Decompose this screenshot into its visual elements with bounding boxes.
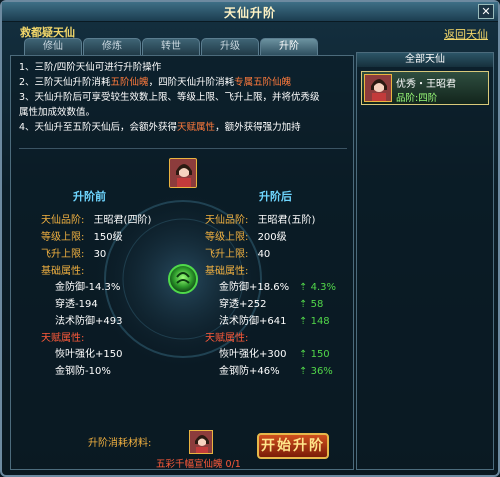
- up-arrow-icon: ⇡: [299, 282, 308, 293]
- rule-2: 2、三阶天仙升阶消耗五阶仙魄，四阶天仙升阶消耗专属五阶仙魄: [19, 75, 355, 90]
- tab-shengji[interactable]: 升级: [201, 38, 259, 55]
- hero-list-panel: 全部天仙 优秀・王昭君 品阶:四阶: [356, 52, 494, 470]
- after-base-3-delta: ⇡ 148: [299, 315, 330, 328]
- hero-list-header: 全部天仙: [357, 53, 493, 67]
- before-base-2: 穿透-194: [55, 299, 98, 310]
- title-bar[interactable]: 天仙升阶 ✕: [2, 2, 498, 22]
- hero-grade: 品阶:四阶: [396, 93, 438, 104]
- after-base-2: 穿透+252: [219, 299, 267, 310]
- hero-portrait-icon: [169, 158, 197, 188]
- after-talent-1: 恢叶强化+300: [219, 349, 287, 360]
- rule-2-text: 2、三阶天仙升阶消耗: [19, 77, 111, 88]
- rule-2-highlight: 五阶仙魄: [110, 77, 149, 88]
- after-talent-1-delta: ⇡ 150: [299, 348, 330, 361]
- tab-shengjie[interactable]: 升阶: [260, 38, 318, 55]
- after-talent-1-delta-value: 150: [310, 349, 330, 360]
- after-base-2-delta-value: 58: [310, 299, 324, 310]
- after-talent-2: 金钢防+46%: [219, 366, 280, 377]
- after-base-1-delta: ⇡ 4.3%: [299, 281, 336, 294]
- hero-name: 优秀・王昭君: [396, 79, 456, 90]
- after-base-3: 法术防御+641: [219, 316, 287, 327]
- after-level-value: 200级: [257, 232, 287, 243]
- close-button[interactable]: ✕: [478, 4, 494, 19]
- up-arrow-icon: ⇡: [299, 299, 308, 310]
- after-ascend-label: 飞升上限:: [205, 249, 249, 260]
- after-grade-label: 天仙品阶:: [205, 215, 249, 226]
- material-item-icon[interactable]: [189, 430, 213, 454]
- start-upgrade-button[interactable]: 开始升阶: [257, 433, 329, 459]
- before-grade-value: 王昭君(四阶): [93, 215, 152, 226]
- main-panel: 1、三阶/四阶天仙可进行升阶操作 2、三阶天仙升阶消耗五阶仙魄，四阶天仙升阶消耗…: [10, 55, 354, 470]
- after-talent-2-delta-value: 36%: [310, 366, 333, 377]
- after-base-3-delta-value: 148: [310, 316, 330, 327]
- after-row-grade: 天仙品阶: 王昭君(五阶): [205, 214, 315, 227]
- rule-2-highlight-b: 专属五阶仙魄: [234, 77, 292, 88]
- before-ascend-value: 30: [93, 249, 107, 260]
- return-link[interactable]: 返回天仙: [444, 26, 488, 42]
- after-grade-value: 王昭君(五阶): [257, 215, 316, 226]
- rule-3: 3、天仙升阶后可享受较生效数上限、等级上限、飞升上限，并将优秀级: [19, 90, 355, 105]
- after-row-level: 等级上限: 200级: [205, 231, 287, 244]
- up-arrow-icon: ⇡: [299, 366, 308, 377]
- rule-1: 1、三阶/四阶天仙可进行升阶操作: [19, 60, 355, 75]
- after-ascend-value: 40: [257, 249, 271, 260]
- rule-4: 4、天仙升至五阶天仙后，会额外获得天赋属性，额外获得强力加持: [19, 120, 355, 135]
- rule-3-cont-text: 属性加成效数值。: [19, 107, 96, 118]
- rule-2-text-b: ，四阶天仙升阶消耗: [148, 77, 235, 88]
- before-level-label: 等级上限:: [41, 232, 85, 243]
- before-grade-label: 天仙品阶:: [41, 215, 85, 226]
- before-row-grade: 天仙品阶: 王昭君(四阶): [41, 214, 151, 227]
- before-row-level: 等级上限: 150级: [41, 231, 123, 244]
- before-level-value: 150级: [93, 232, 123, 243]
- before-ascend-label: 飞升上限:: [41, 249, 85, 260]
- after-base-title: 基础属性:: [205, 266, 249, 277]
- before-base-title: 基础属性:: [41, 266, 85, 277]
- rules-list: 1、三阶/四阶天仙可进行升阶操作 2、三阶天仙升阶消耗五阶仙魄，四阶天仙升阶消耗…: [19, 60, 355, 135]
- rule-1-text: 1、三阶/四阶天仙可进行升阶操作: [19, 62, 162, 73]
- before-talent-title: 天赋属性:: [41, 333, 85, 344]
- after-base-1: 金防御+18.6%: [219, 282, 290, 293]
- material-name: 五彩千幅宣仙魄 0/1: [156, 459, 241, 470]
- material-label: 升阶消耗材料:: [88, 438, 152, 449]
- after-base-1-delta-value: 4.3%: [310, 282, 336, 293]
- rule-4-text-b: ，额外获得强力加持: [215, 122, 301, 133]
- tab-xiuxian[interactable]: 修仙: [24, 38, 82, 55]
- rule-4-highlight: 天赋属性: [177, 122, 216, 133]
- before-base-3: 法术防御+493: [55, 316, 123, 327]
- up-arrow-icon: ⇡: [299, 349, 308, 360]
- before-talent-1: 恢叶强化+150: [55, 349, 123, 360]
- before-header: 升阶前: [73, 190, 106, 203]
- tab-xiulian[interactable]: 修炼: [83, 38, 141, 55]
- rule-4-text: 4、天仙升至五阶天仙后，会额外获得: [19, 122, 178, 133]
- after-row-ascend: 飞升上限: 40: [205, 248, 270, 261]
- after-base-2-delta: ⇡ 58: [299, 298, 323, 311]
- rule-3-text: 3、天仙升阶后可享受较生效数上限、等级上限、飞升上限，并将优秀级: [19, 92, 320, 103]
- after-talent-title: 天赋属性:: [205, 333, 249, 344]
- after-header: 升阶后: [259, 190, 292, 203]
- rule-3-cont: 属性加成效数值。: [19, 105, 355, 120]
- window-title: 天仙升阶: [223, 6, 276, 20]
- after-talent-2-delta: ⇡ 36%: [299, 365, 333, 378]
- before-base-1: 金防御-14.3%: [55, 282, 121, 293]
- tab-zhuanshi[interactable]: 转世: [142, 38, 200, 55]
- after-level-label: 等级上限:: [205, 232, 249, 243]
- before-talent-2: 金钢防-10%: [55, 366, 111, 377]
- before-row-ascend: 飞升上限: 30: [41, 248, 106, 261]
- hero-avatar-icon: [364, 74, 392, 102]
- divider: [19, 148, 347, 149]
- up-arrow-icon: ⇡: [299, 316, 308, 327]
- hero-list-item[interactable]: 优秀・王昭君 品阶:四阶: [361, 71, 489, 105]
